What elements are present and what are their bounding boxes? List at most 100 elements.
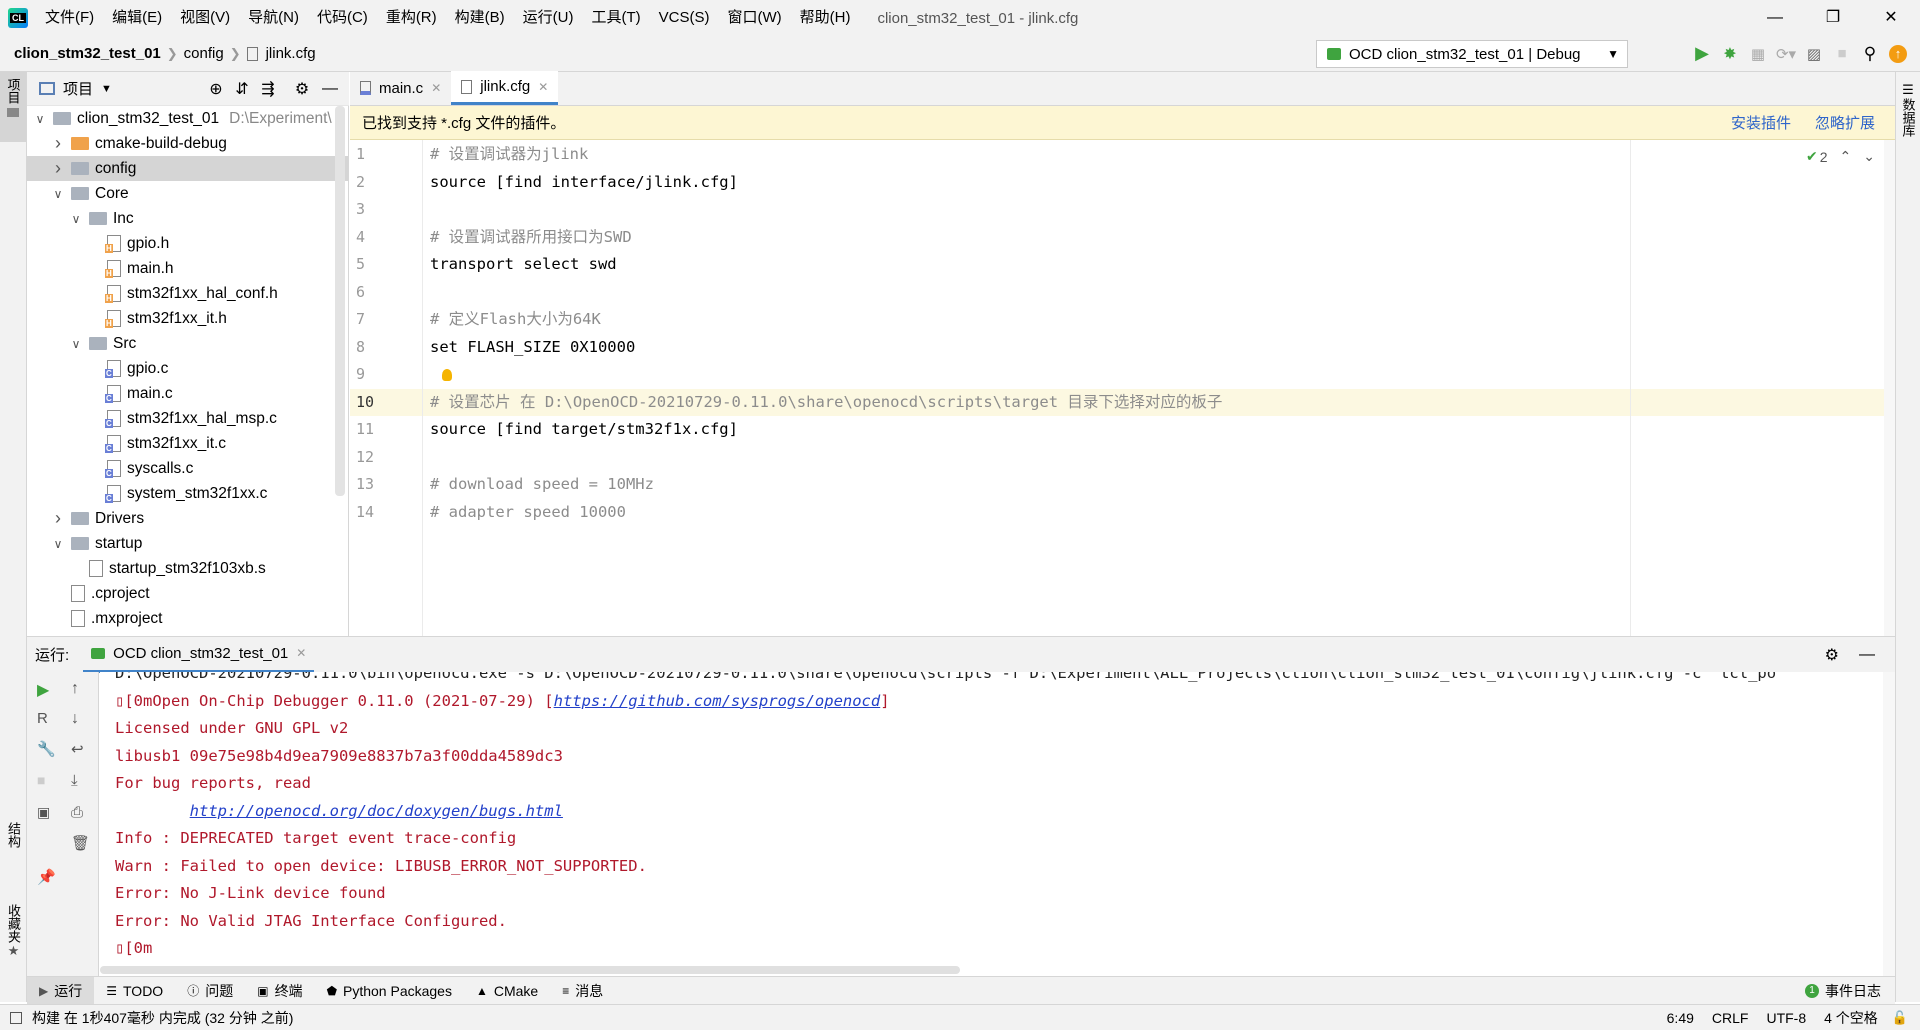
console-scrollbar[interactable]: [1883, 672, 1895, 976]
breadcrumb-file[interactable]: jlink.cfg: [262, 45, 320, 62]
chevron-down-icon[interactable]: ∨: [69, 212, 83, 226]
tree-item[interactable]: Csystem_stm32f1xx.c: [27, 481, 348, 506]
tree-item[interactable]: ∨ Src: [27, 331, 348, 356]
tool-window-tab[interactable]: ☰ TODO: [94, 977, 175, 1005]
tree-item[interactable]: ∨ Inc: [27, 206, 348, 231]
tree-item[interactable]: Hstm32f1xx_it.h: [27, 306, 348, 331]
next-highlight-icon[interactable]: ⌄: [1863, 148, 1875, 165]
tree-item[interactable]: › config: [27, 156, 348, 181]
gear-icon[interactable]: ⚙: [287, 79, 317, 99]
close-window-button[interactable]: ✕: [1862, 0, 1920, 36]
profile-icon[interactable]: ⟳▾: [1772, 40, 1800, 68]
previous-highlight-icon[interactable]: ⌃: [1840, 148, 1852, 165]
stop-icon[interactable]: ■: [1828, 40, 1856, 68]
editor-scrollbar[interactable]: [1884, 140, 1895, 636]
structure-tool-button[interactable]: 结构: [4, 822, 23, 848]
tree-item[interactable]: Hmain.h: [27, 256, 348, 281]
line-ending[interactable]: CRLF: [1712, 1010, 1749, 1026]
close-icon[interactable]: ✕: [431, 81, 441, 95]
console-horizontal-scrollbar[interactable]: [100, 966, 960, 974]
tree-item[interactable]: ∨ Core: [27, 181, 348, 206]
code-editor[interactable]: 1 # 设置调试器为jlink 2 source [find interface/jl…: [350, 140, 1895, 636]
tree-item[interactable]: startup_stm32f103xb.s: [27, 556, 348, 581]
console-link[interactable]: https://github.com/sysprogs/openocd: [554, 692, 881, 710]
menu-item[interactable]: 视图(V): [171, 0, 239, 36]
search-icon[interactable]: ⚲: [1856, 40, 1884, 68]
tool-window-tab[interactable]: ⓘ 问题: [175, 977, 245, 1005]
chevron-down-icon[interactable]: ∨: [51, 537, 65, 551]
run-configuration-select[interactable]: OCD clion_stm32_test_01 | Debug ▼: [1316, 40, 1628, 68]
attach-icon[interactable]: ▨: [1800, 40, 1828, 68]
status-toggle-icon[interactable]: [10, 1011, 22, 1024]
debug-bug-icon[interactable]: ✸: [1716, 40, 1744, 68]
wrench-icon[interactable]: 🔧: [37, 740, 56, 758]
minimize-button[interactable]: —: [1746, 0, 1804, 36]
menu-item[interactable]: 工具(T): [582, 0, 649, 36]
tool-window-tab[interactable]: ▲ CMake: [464, 977, 550, 1005]
tree-item[interactable]: .cproject: [27, 581, 348, 606]
menu-item[interactable]: 导航(N): [239, 0, 308, 36]
indent-setting[interactable]: 4 个空格: [1824, 1008, 1878, 1028]
chevron-down-icon[interactable]: ∨: [69, 337, 83, 351]
down-arrow-icon[interactable]: ↓: [71, 710, 79, 728]
run-tab[interactable]: OCD clion_stm32_test_01 ✕: [83, 637, 315, 673]
breadcrumb-folder[interactable]: config: [180, 45, 228, 62]
ignore-extension-link[interactable]: 忽略扩展: [1815, 112, 1875, 133]
tool-window-tab[interactable]: ▶ 运行: [27, 976, 95, 1005]
expand-all-icon[interactable]: ⇵: [229, 79, 255, 99]
tool-window-tab[interactable]: ▣ 终端: [245, 977, 314, 1005]
scroll-to-end-icon[interactable]: ⤓: [71, 772, 78, 789]
locate-icon[interactable]: ⊕: [203, 79, 229, 99]
console-link[interactable]: http://openocd.org/doc/doxygen/bugs.html: [190, 802, 563, 820]
inspection-widget[interactable]: ✔ 2 ⌃ ⌄: [1806, 148, 1875, 165]
tree-scrollbar[interactable]: [335, 106, 345, 496]
install-plugin-link[interactable]: 安装插件: [1731, 112, 1791, 133]
tree-item[interactable]: Cstm32f1xx_it.c: [27, 431, 348, 456]
chevron-right-icon[interactable]: ›: [51, 158, 65, 179]
database-tool-button[interactable]: ☰ 数据库: [1896, 72, 1920, 137]
restart-icon[interactable]: R: [37, 710, 48, 727]
update-icon[interactable]: ↑: [1884, 40, 1912, 68]
soft-wrap-icon[interactable]: ↩: [71, 740, 84, 758]
lock-icon[interactable]: 🔓: [1892, 1010, 1908, 1026]
chevron-right-icon[interactable]: ›: [51, 133, 65, 154]
breadcrumb-project[interactable]: clion_stm32_test_01: [10, 45, 165, 62]
run-icon[interactable]: ▶: [1688, 40, 1716, 68]
tree-item[interactable]: .mxproject: [27, 606, 348, 631]
project-view-select[interactable]: 项目: [63, 78, 93, 99]
restore-button[interactable]: ❐: [1804, 0, 1862, 36]
stop-icon[interactable]: ■: [37, 772, 45, 788]
project-tool-button[interactable]: 项目: [0, 72, 26, 142]
chevron-down-icon[interactable]: ▼: [101, 83, 112, 95]
tree-item[interactable]: › cmake-build-debug: [27, 131, 348, 156]
editor-tab[interactable]: jlink.cfg ✕: [451, 71, 559, 105]
chevron-down-icon[interactable]: ∨: [33, 112, 47, 126]
hide-panel-icon[interactable]: —: [1859, 646, 1875, 664]
tree-item[interactable]: Cmain.c: [27, 381, 348, 406]
gear-icon[interactable]: ⚙: [1825, 645, 1839, 665]
menu-item[interactable]: 重构(R): [377, 0, 446, 36]
intention-bulb-icon[interactable]: [442, 369, 452, 381]
layout-icon[interactable]: ▣: [37, 804, 50, 821]
close-icon[interactable]: ✕: [538, 80, 548, 94]
rerun-icon[interactable]: ▶: [37, 680, 49, 700]
menu-item[interactable]: 代码(C): [308, 0, 377, 36]
close-icon[interactable]: ✕: [296, 646, 306, 660]
tree-item[interactable]: Csyscalls.c: [27, 456, 348, 481]
bookmarks-tool-button[interactable]: 收藏夹 ★: [4, 904, 23, 959]
menu-item[interactable]: 帮助(H): [791, 0, 860, 36]
tree-item[interactable]: Hgpio.h: [27, 231, 348, 256]
menu-item[interactable]: 运行(U): [514, 0, 583, 36]
event-log-button[interactable]: 1 事件日志: [1805, 981, 1881, 1001]
caret-position[interactable]: 6:49: [1667, 1010, 1694, 1026]
editor-tab[interactable]: main.c ✕: [350, 71, 451, 105]
tree-item[interactable]: ∨ clion_stm32_test_01 D:\Experiment\: [27, 106, 348, 131]
chevron-right-icon[interactable]: ›: [51, 508, 65, 529]
tree-item[interactable]: Cstm32f1xx_hal_msp.c: [27, 406, 348, 431]
tree-item[interactable]: ∨ startup: [27, 531, 348, 556]
tool-window-tab[interactable]: ⬟ Python Packages: [315, 977, 464, 1005]
trash-icon[interactable]: 🗑: [71, 834, 90, 852]
tree-item[interactable]: › Drivers: [27, 506, 348, 531]
coverage-icon[interactable]: ▦: [1744, 40, 1772, 68]
menu-item[interactable]: 文件(F): [36, 0, 103, 36]
